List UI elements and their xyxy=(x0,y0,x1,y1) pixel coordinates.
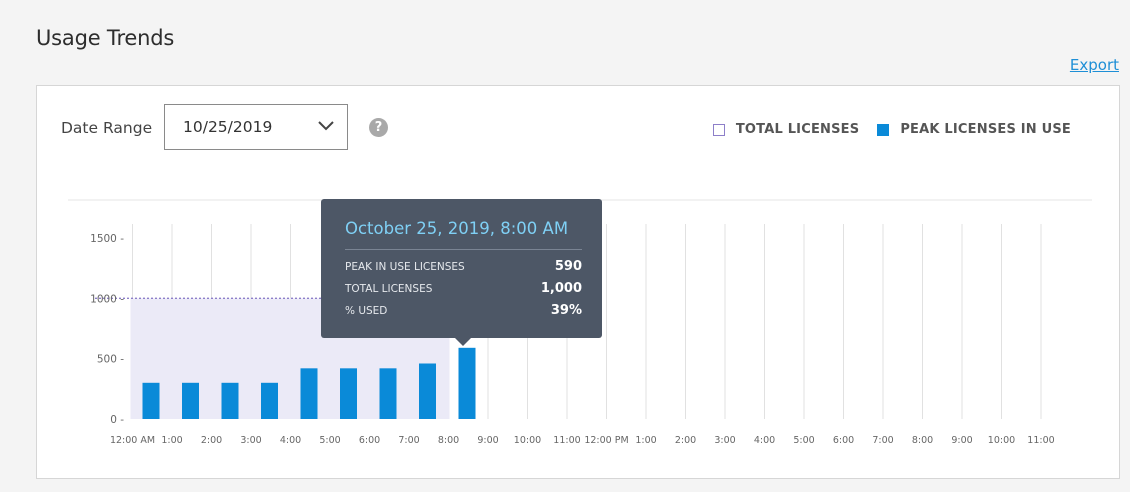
peak-bar xyxy=(261,382,278,419)
peak-bar xyxy=(419,363,436,419)
tooltip-row-percent: % USED 39% xyxy=(345,303,582,318)
x-tick-label: 7:00 xyxy=(398,435,419,446)
x-tick-label: 4:00 xyxy=(754,435,775,446)
x-tick-label: 1:00 xyxy=(161,435,182,446)
y-tick-label: 0 - xyxy=(110,414,124,426)
tooltip-label: TOTAL LICENSES xyxy=(345,283,433,295)
tooltip-separator xyxy=(345,249,582,250)
export-link[interactable]: Export xyxy=(1070,56,1119,74)
x-tick-label: 11:00 xyxy=(1027,435,1054,446)
x-tick-label: 6:00 xyxy=(359,435,380,446)
peak-bar xyxy=(340,368,357,419)
tooltip-value: 1,000 xyxy=(540,281,582,296)
x-tick-label: 2:00 xyxy=(201,435,222,446)
peak-bar xyxy=(142,382,160,419)
tooltip-title: October 25, 2019, 8:00 AM xyxy=(345,219,569,238)
x-tick-label: 12:00 AM xyxy=(110,435,155,446)
x-tick-label: 9:00 xyxy=(951,435,972,446)
tooltip-label: PEAK IN USE LICENSES xyxy=(345,261,465,273)
y-tick-label: 500 - xyxy=(97,354,124,366)
x-tick-label: 3:00 xyxy=(240,435,261,446)
x-tick-label: 9:00 xyxy=(477,435,498,446)
x-tick-label: 10:00 xyxy=(514,435,541,446)
tooltip-row-peak: PEAK IN USE LICENSES 590 xyxy=(345,259,582,274)
tooltip-value: 590 xyxy=(554,259,582,274)
tooltip-row-total: TOTAL LICENSES 1,000 xyxy=(345,281,582,296)
peak-bar xyxy=(458,347,476,419)
peak-bar xyxy=(221,382,239,419)
chart-tooltip: October 25, 2019, 8:00 AM PEAK IN USE LI… xyxy=(321,199,602,346)
x-tick-label: 8:00 xyxy=(912,435,933,446)
x-tick-label: 3:00 xyxy=(714,435,735,446)
page-title: Usage Trends xyxy=(36,26,175,50)
x-tick-label: 1:00 xyxy=(635,435,656,446)
x-tick-label: 6:00 xyxy=(833,435,854,446)
y-tick-label: 1000 - xyxy=(90,293,124,305)
x-tick-label: 7:00 xyxy=(872,435,893,446)
peak-bar xyxy=(182,382,199,419)
peak-bar xyxy=(379,368,397,419)
x-tick-label: 2:00 xyxy=(675,435,696,446)
x-tick-label: 12:00 PM xyxy=(584,435,628,446)
x-tick-label: 11:00 xyxy=(553,435,580,446)
tooltip-label: % USED xyxy=(345,305,388,317)
x-tick-label: 10:00 xyxy=(988,435,1015,446)
peak-bar xyxy=(300,368,318,419)
tooltip-value: 39% xyxy=(550,303,582,318)
x-tick-label: 8:00 xyxy=(438,435,459,446)
usage-trends-panel: Date Range 10/25/2019 ? TOTAL LICENSES P… xyxy=(36,85,1120,479)
x-tick-label: 4:00 xyxy=(280,435,301,446)
y-tick-label: 1500 - xyxy=(90,233,124,245)
x-tick-label: 5:00 xyxy=(319,435,340,446)
x-tick-label: 5:00 xyxy=(793,435,814,446)
